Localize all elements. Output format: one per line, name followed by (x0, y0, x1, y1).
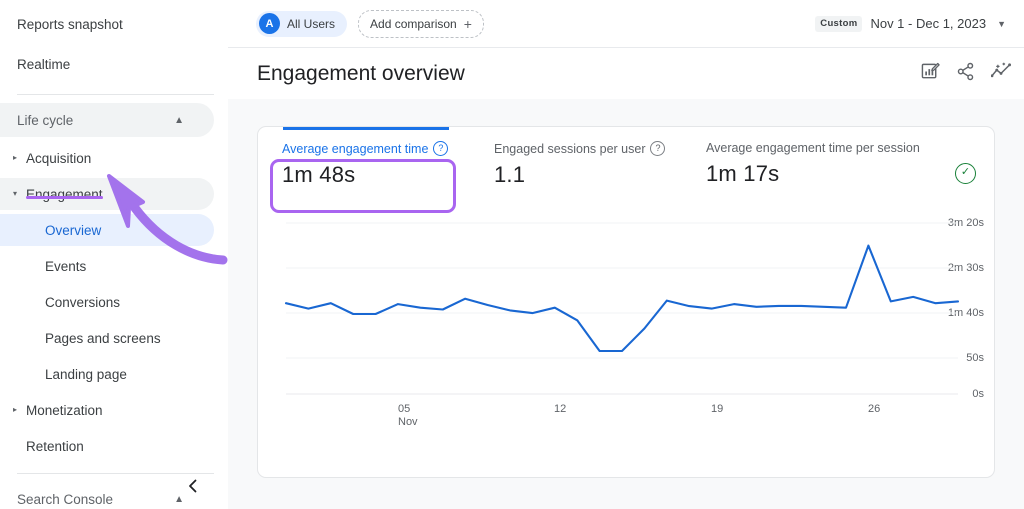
page-actions (921, 48, 1012, 99)
page-header: Engagement overview (228, 48, 1024, 99)
sidebar-section-label: Life cycle (17, 113, 73, 128)
chevron-right-icon: ▸ (9, 406, 21, 414)
metric-value: 1.1 (494, 162, 665, 188)
metric-label: Engaged sessions per user (494, 142, 645, 156)
sidebar-item-landing-page[interactable]: Landing page (0, 358, 214, 390)
sidebar-item-realtime[interactable]: Realtime (0, 48, 214, 80)
plus-icon: + (464, 16, 472, 32)
sidebar-collapse-button[interactable] (180, 473, 206, 499)
sidebar-item-label: Overview (45, 223, 101, 238)
metric-average-engagement-time-per-session[interactable]: Average engagement time per session 1m 1… (706, 141, 920, 187)
sidebar-item-monetization[interactable]: ▸ Monetization (0, 394, 214, 426)
date-range-badge: Custom (815, 16, 862, 32)
check-circle-icon[interactable]: ✓ (955, 163, 976, 184)
metric-label: Average engagement time (282, 142, 428, 156)
x-axis-label: 12 (554, 403, 566, 416)
metric-value: 1m 48s (282, 162, 448, 188)
metric-summary-row: Average engagement time ? 1m 48s Engaged… (258, 141, 994, 207)
add-comparison-button[interactable]: Add comparison + (358, 10, 484, 38)
chevron-down-icon: ▾ (9, 190, 21, 198)
chevron-down-icon: ▼ (997, 19, 1006, 29)
date-range-selector[interactable]: Custom Nov 1 - Dec 1, 2023 ▼ (815, 0, 1006, 47)
metric-tab-indicator (283, 127, 449, 130)
sidebar-item-label: Landing page (45, 367, 127, 382)
sidebar-item-overview[interactable]: Overview (0, 214, 214, 246)
audience-chip-label: All Users (287, 17, 335, 31)
sidebar-item-engagement[interactable]: ▾ Engagement (0, 178, 214, 210)
chart-svg (258, 211, 995, 411)
sidebar-item-acquisition[interactable]: ▸ Acquisition (0, 142, 214, 174)
x-axis-tick: 05 (398, 403, 410, 415)
x-axis-label: 19 (711, 403, 723, 416)
help-icon[interactable]: ? (433, 141, 448, 156)
sidebar-item-label: Acquisition (26, 151, 91, 166)
app-root: Reports snapshot Realtime Life cycle ▲ ▸… (0, 0, 1024, 509)
add-comparison-label: Add comparison (370, 17, 457, 31)
sidebar-section-label: Search Console (17, 492, 113, 507)
chevron-left-icon (187, 478, 199, 494)
metric-label-wrap: Engaged sessions per user ? (494, 141, 665, 156)
sidebar: Reports snapshot Realtime Life cycle ▲ ▸… (0, 0, 228, 509)
avatar: A (259, 13, 280, 34)
metric-label-wrap: Average engagement time per session (706, 141, 920, 155)
sidebar-item-text: Engagement (26, 187, 103, 202)
metric-label: Average engagement time per session (706, 141, 920, 155)
customize-report-icon[interactable] (921, 62, 940, 86)
metric-label-wrap: Average engagement time ? (282, 141, 448, 156)
x-axis-label: 26 (868, 403, 880, 416)
insights-icon[interactable] (991, 62, 1012, 86)
metric-engaged-sessions-per-user[interactable]: Engaged sessions per user ? 1.1 (494, 141, 665, 188)
sidebar-divider-1 (17, 94, 214, 95)
metric-value: 1m 17s (706, 161, 920, 187)
audience-chip-all-users[interactable]: A All Users (256, 11, 347, 37)
sidebar-item-reports-snapshot[interactable]: Reports snapshot (0, 8, 214, 40)
topbar: A All Users Add comparison + Custom Nov … (228, 0, 1024, 48)
chevron-up-icon: ▲ (174, 115, 184, 126)
x-axis-subtick: Nov (398, 416, 418, 428)
sidebar-item-label: Events (45, 259, 86, 274)
date-range-value: Nov 1 - Dec 1, 2023 (870, 16, 986, 31)
sidebar-item-events[interactable]: Events (0, 250, 214, 282)
sidebar-item-label: Pages and screens (45, 331, 161, 346)
page-title: Engagement overview (257, 62, 465, 86)
x-axis-label: 05 Nov (398, 403, 418, 428)
main-content: A All Users Add comparison + Custom Nov … (228, 0, 1024, 509)
share-icon[interactable] (956, 62, 975, 86)
engagement-line-chart: 3m 20s 2m 30s 1m 40s 50s 0s (258, 211, 995, 478)
sidebar-item-label: Reports snapshot (17, 17, 123, 32)
sidebar-item-conversions[interactable]: Conversions (0, 286, 214, 318)
engagement-overview-card: Average engagement time ? 1m 48s Engaged… (257, 126, 995, 478)
sidebar-item-label: Engagement (26, 187, 103, 202)
sidebar-item-label: Monetization (26, 403, 103, 418)
sidebar-item-pages-and-screens[interactable]: Pages and screens (0, 322, 214, 354)
sidebar-section-life-cycle[interactable]: Life cycle ▲ (0, 103, 214, 137)
sidebar-item-label: Realtime (17, 57, 70, 72)
sidebar-item-label: Conversions (45, 295, 120, 310)
chart-series-line (286, 246, 958, 351)
sidebar-item-retention[interactable]: Retention (0, 430, 214, 462)
annotation-underline-engagement (26, 196, 103, 199)
help-icon[interactable]: ? (650, 141, 665, 156)
sidebar-item-label: Retention (26, 439, 84, 454)
chevron-right-icon: ▸ (9, 154, 21, 162)
metric-average-engagement-time[interactable]: Average engagement time ? 1m 48s (282, 141, 448, 188)
